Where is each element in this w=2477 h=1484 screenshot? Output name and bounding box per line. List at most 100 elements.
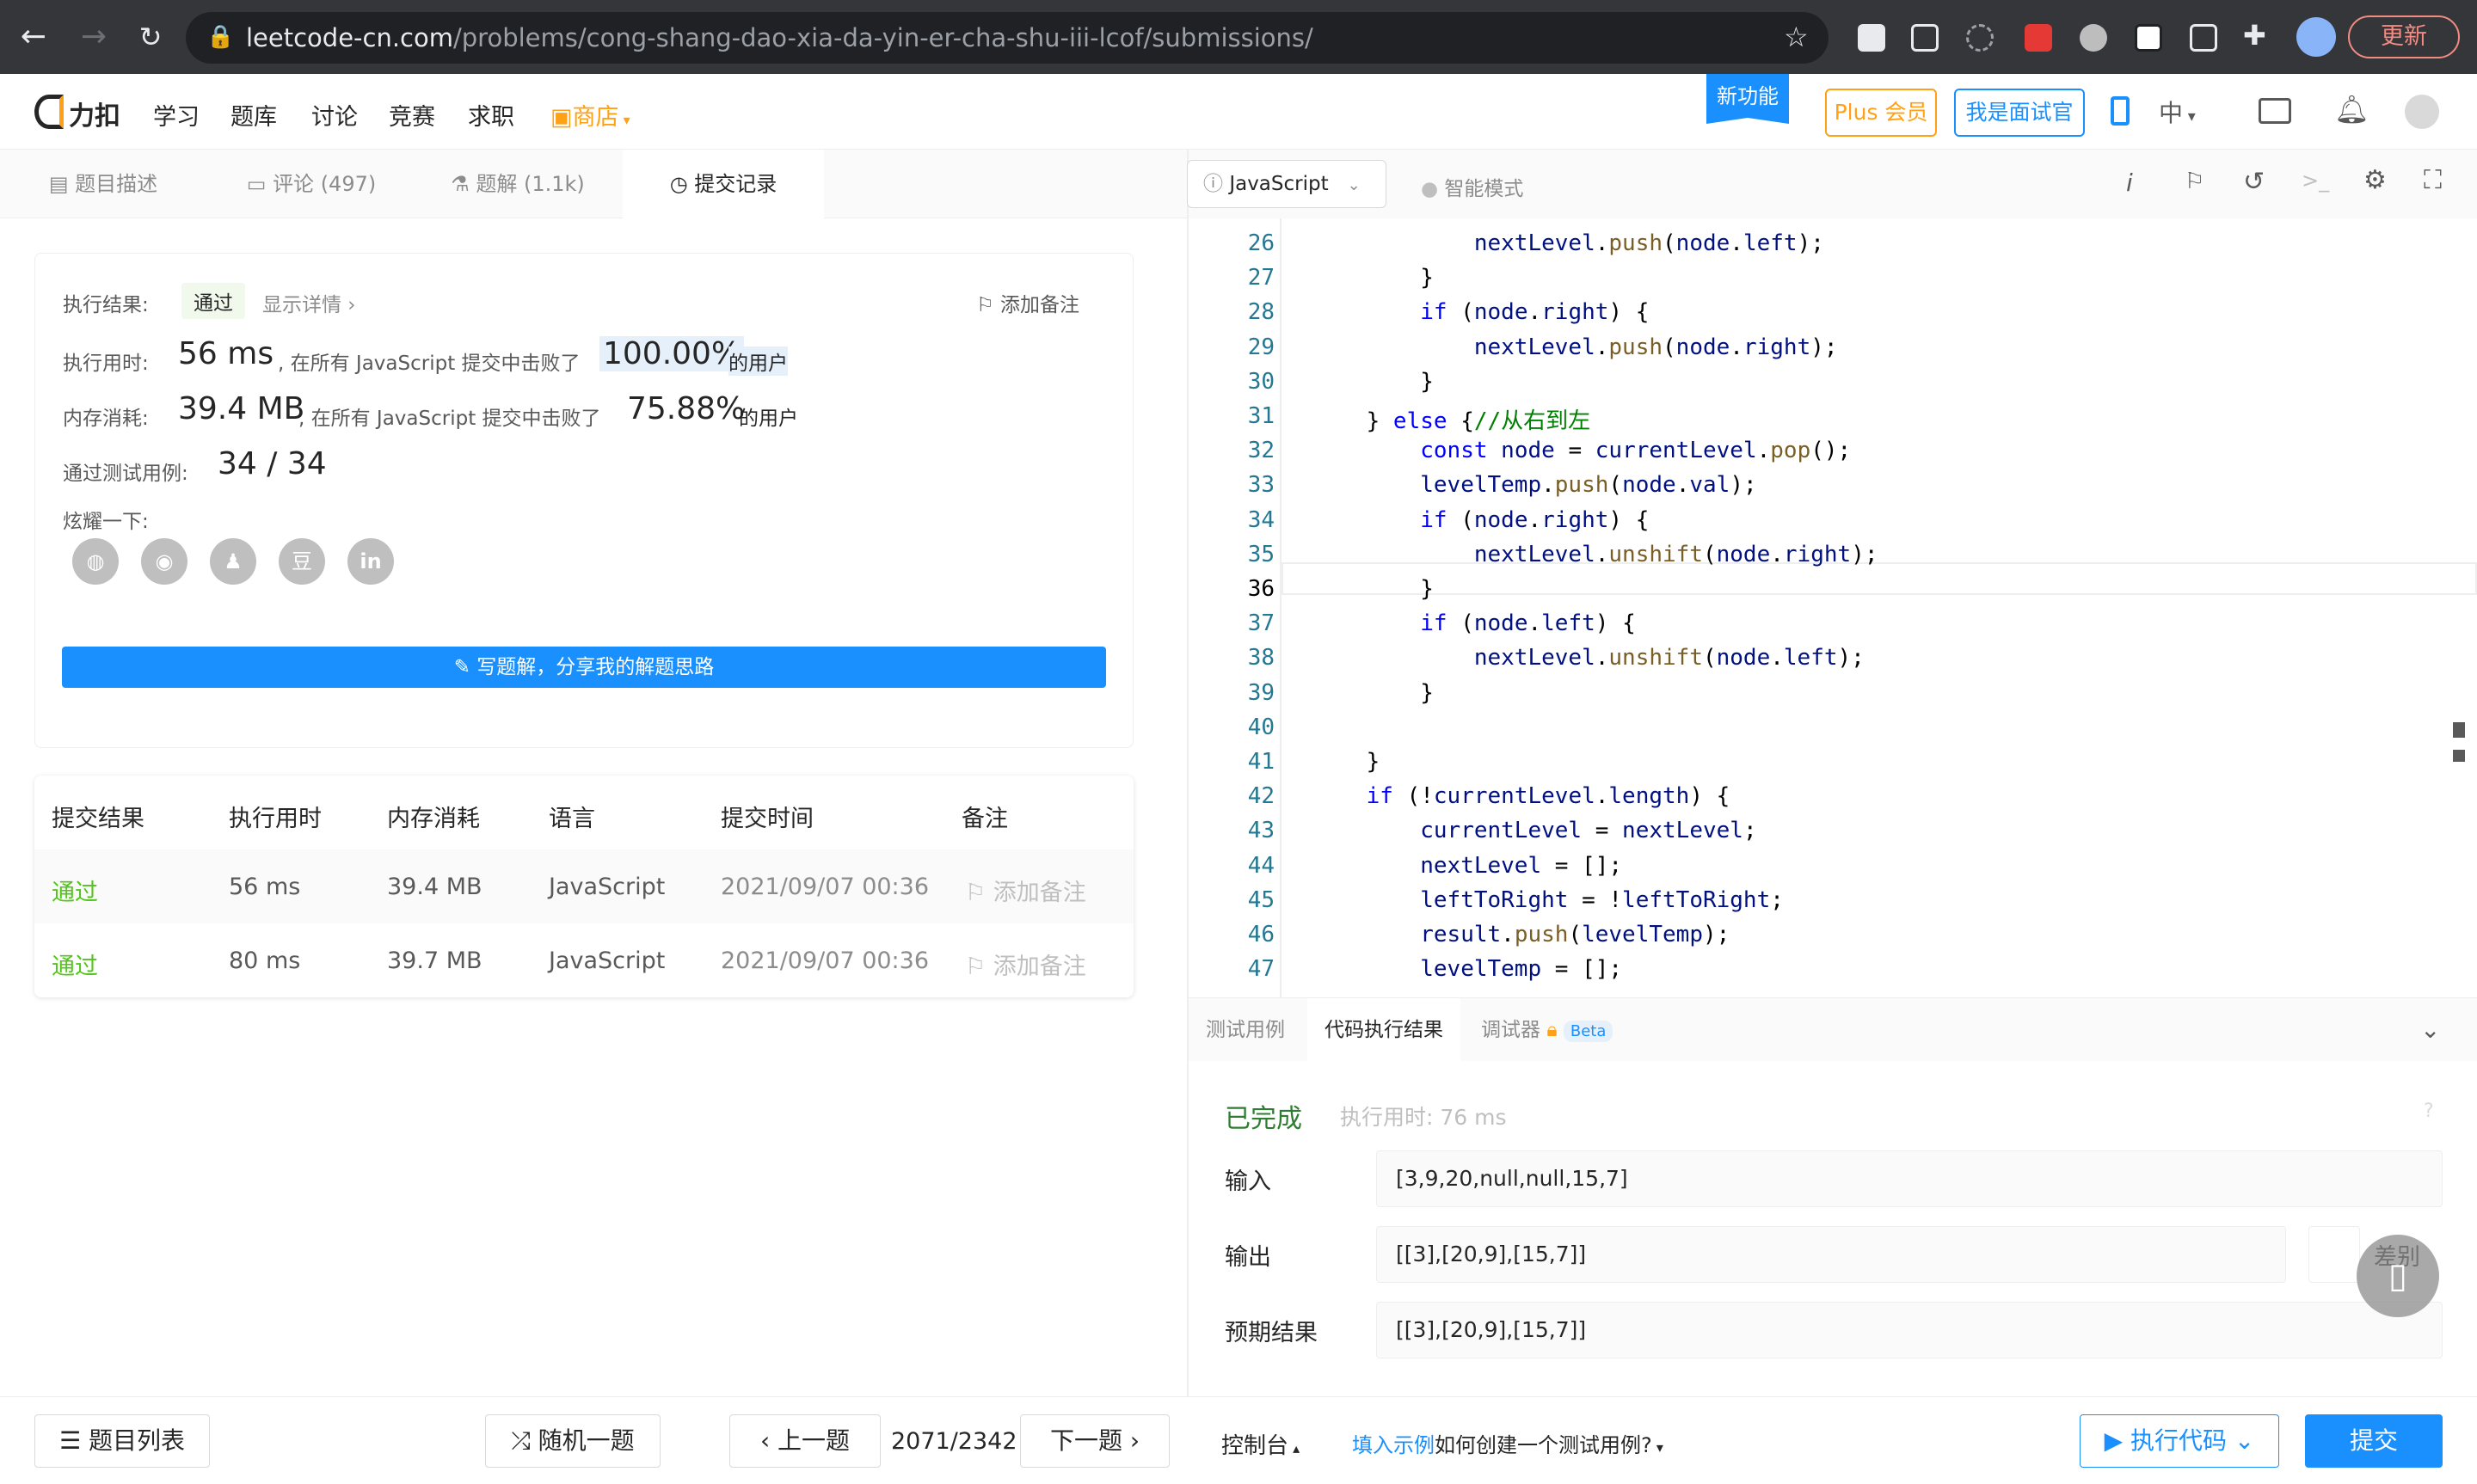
- screen-extension-icon[interactable]: [2190, 24, 2217, 52]
- notion-extension-icon[interactable]: [2135, 24, 2162, 52]
- code-line[interactable]: if (!currentLevel.length) {: [1312, 783, 1730, 809]
- code-line[interactable]: nextLevel.push(node.right);: [1312, 334, 1838, 360]
- nav-jobs[interactable]: 求职: [468, 98, 514, 132]
- floating-note-icon[interactable]: ▯: [2357, 1235, 2439, 1317]
- code-line[interactable]: }: [1312, 749, 1380, 775]
- submit-button[interactable]: 提交: [2305, 1414, 2443, 1468]
- code-line[interactable]: if (node.left) {: [1312, 610, 1636, 636]
- row-add-note[interactable]: ⚐ 添加备注: [965, 874, 1086, 907]
- calendar-extension-icon[interactable]: [2025, 24, 2052, 52]
- settings-icon[interactable]: ⚙: [2363, 165, 2387, 195]
- reader-extension-icon[interactable]: [1911, 24, 1939, 52]
- code-line[interactable]: } else {//从右到左: [1312, 403, 1591, 435]
- update-button[interactable]: 更新: [2348, 15, 2460, 58]
- prev-problem-button[interactable]: ‹ 上一题: [729, 1414, 881, 1468]
- back-icon[interactable]: ←: [12, 15, 55, 58]
- wechat-icon[interactable]: ◍: [72, 538, 119, 585]
- row-result[interactable]: 通过: [52, 874, 98, 907]
- linkedin-icon[interactable]: in: [347, 538, 394, 585]
- code-line[interactable]: nextLevel.unshift(node.right);: [1312, 542, 1878, 567]
- code-line[interactable]: currentLevel = nextLevel;: [1312, 818, 1756, 843]
- bell-icon[interactable]: 🔔︎: [2334, 93, 2369, 126]
- reset-icon[interactable]: ↺: [2243, 167, 2265, 197]
- forward-icon[interactable]: →: [72, 15, 115, 58]
- diff-toggle[interactable]: [2308, 1226, 2360, 1283]
- tab-comments[interactable]: ▭ 评论 (497): [210, 150, 413, 218]
- language-select[interactable]: ⓘ JavaScript ⌄: [1187, 160, 1386, 208]
- code-line[interactable]: nextLevel.unshift(node.left);: [1312, 645, 1865, 671]
- tab-testcases[interactable]: 测试用例: [1206, 998, 1285, 1062]
- nav-discuss[interactable]: 讨论: [311, 98, 358, 132]
- address-bar[interactable]: 🔒 leetcode-cn.com/problems/cong-shang-da…: [186, 12, 1829, 64]
- add-note-button[interactable]: ⚐ 添加备注: [976, 288, 1079, 317]
- line-number: 43: [1247, 818, 1275, 844]
- qq-icon[interactable]: ♟: [210, 538, 256, 585]
- interviewer-button[interactable]: 我是面试官: [1954, 89, 2085, 137]
- douban-icon[interactable]: 豆: [279, 538, 325, 585]
- smart-mode-toggle[interactable]: ● 智能模式: [1421, 172, 1523, 201]
- console-toggle[interactable]: 控制台 ▴: [1221, 1428, 1300, 1460]
- problem-list-button[interactable]: ☰ 题目列表: [34, 1414, 210, 1468]
- new-feature-badge[interactable]: 新功能: [1706, 74, 1789, 124]
- row-runtime: 56 ms: [229, 874, 301, 900]
- playground-icon[interactable]: [2259, 98, 2291, 124]
- nav-learn[interactable]: 学习: [153, 98, 200, 132]
- profile-avatar[interactable]: [2296, 17, 2336, 57]
- random-problem-button[interactable]: ⤮ 随机一题: [485, 1414, 661, 1468]
- mail-extension-icon[interactable]: [1858, 24, 1885, 52]
- code-line[interactable]: }: [1312, 576, 1434, 602]
- code-line[interactable]: if (node.right) {: [1312, 299, 1649, 325]
- table-row[interactable]: 通过 56 ms 39.4 MB JavaScript 2021/09/07 0…: [34, 849, 1134, 923]
- nav-problems[interactable]: 题库: [230, 98, 277, 132]
- tab-run-result[interactable]: 代码执行结果: [1307, 998, 1460, 1062]
- code-line[interactable]: nextLevel = [];: [1312, 853, 1622, 879]
- code-line[interactable]: }: [1312, 680, 1434, 706]
- loading-extension-icon[interactable]: [1966, 24, 1994, 52]
- runtime-text: , 在所有 JavaScript 提交中击败了: [278, 353, 581, 375]
- help-icon[interactable]: ?: [2424, 1101, 2434, 1122]
- logo-text[interactable]: 力扣: [69, 95, 120, 132]
- code-line[interactable]: levelTemp.push(node.val);: [1312, 472, 1756, 499]
- user-avatar[interactable]: [2405, 95, 2439, 129]
- link-extension-icon[interactable]: [2080, 24, 2107, 52]
- run-code-button[interactable]: ▶ 执行代码 ⌄: [2080, 1414, 2279, 1468]
- code-token: levelTemp: [1420, 472, 1542, 499]
- tab-submissions[interactable]: ◷ 提交记录: [623, 150, 824, 218]
- plus-member-button[interactable]: Plus 会员: [1825, 89, 1937, 137]
- table-row[interactable]: 通过 80 ms 39.7 MB JavaScript 2021/09/07 0…: [34, 923, 1134, 997]
- info-icon[interactable]: i: [2126, 169, 2133, 197]
- nav-contest[interactable]: 竞赛: [389, 98, 435, 132]
- code-line[interactable]: nextLevel.push(node.left);: [1312, 230, 1824, 256]
- flag-icon[interactable]: ⚐: [2185, 169, 2204, 194]
- write-solution-button[interactable]: ✎ 写题解，分享我的解题思路: [62, 647, 1106, 688]
- tab-debugger[interactable]: 调试器 🔒︎ Beta: [1481, 998, 1613, 1062]
- mobile-icon[interactable]: [2111, 96, 2130, 126]
- code-line[interactable]: if (node.right) {: [1312, 507, 1649, 533]
- code-line[interactable]: }: [1312, 369, 1434, 395]
- code-line[interactable]: const node = currentLevel.pop();: [1312, 438, 1851, 463]
- bookmark-star-icon[interactable]: ☆: [1784, 21, 1809, 53]
- next-problem-button[interactable]: 下一题 ›: [1020, 1414, 1170, 1468]
- row-result[interactable]: 通过: [52, 947, 98, 981]
- weibo-icon[interactable]: ◉: [141, 538, 187, 585]
- reload-icon[interactable]: ↻: [129, 15, 172, 58]
- puzzle-icon[interactable]: ✚: [2243, 19, 2266, 52]
- code-editor[interactable]: 26 nextLevel.push(node.left); 27 } 28 if (…: [1189, 218, 2477, 997]
- row-add-note[interactable]: ⚐ 添加备注: [965, 947, 1086, 981]
- code-line[interactable]: result.push(levelTemp);: [1312, 922, 1730, 947]
- terminal-icon[interactable]: >_: [2302, 169, 2329, 193]
- show-details-link[interactable]: 显示详情 ›: [262, 288, 356, 317]
- code-line[interactable]: leftToRight = !leftToRight;: [1312, 887, 1784, 913]
- collapse-icon[interactable]: ⌄: [2420, 1015, 2440, 1044]
- nav-store[interactable]: ▣商店 ▾: [550, 98, 630, 132]
- tab-solutions[interactable]: ⚗ 题解 (1.1k): [416, 150, 619, 218]
- fullscreen-icon[interactable]: ⛶: [2424, 165, 2442, 195]
- leetcode-logo-icon[interactable]: [34, 95, 64, 129]
- code-line[interactable]: }: [1312, 265, 1434, 291]
- code-line[interactable]: levelTemp = [];: [1312, 956, 1622, 982]
- fill-example-link[interactable]: 填入示例: [1352, 1428, 1435, 1458]
- how-to-testcase-link[interactable]: 如何创建一个测试用例? ▾: [1435, 1428, 1663, 1458]
- input-value: [3,9,20,null,null,15,7]: [1376, 1150, 2443, 1207]
- language-switch[interactable]: 中 ▾: [2159, 95, 2196, 129]
- tab-description[interactable]: ▤ 题目描述: [0, 150, 206, 218]
